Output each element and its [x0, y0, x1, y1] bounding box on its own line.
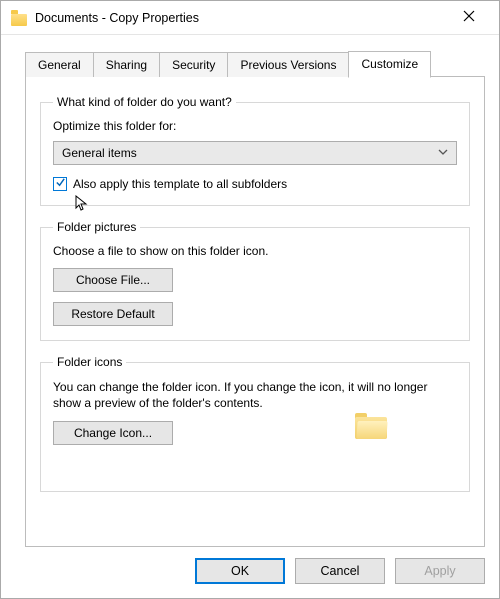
group-folder-kind-legend: What kind of folder do you want?	[53, 95, 236, 109]
tab-page-customize: What kind of folder do you want? Optimiz…	[25, 77, 485, 547]
check-icon	[55, 177, 66, 191]
dialog-buttons: OK Cancel Apply	[195, 558, 485, 584]
group-folder-icons-legend: Folder icons	[53, 355, 126, 369]
tabstrip: General Sharing Security Previous Versio…	[1, 35, 499, 77]
group-folder-kind: What kind of folder do you want? Optimiz…	[40, 95, 470, 206]
apply-button[interactable]: Apply	[395, 558, 485, 584]
cursor-icon	[75, 195, 89, 216]
choose-file-button[interactable]: Choose File...	[53, 268, 173, 292]
folder-icons-instruction: You can change the folder icon. If you c…	[53, 379, 457, 411]
apply-subfolders-label: Also apply this template to all subfolde…	[73, 177, 287, 191]
group-folder-icons: Folder icons You can change the folder i…	[40, 355, 470, 492]
titlebar: Documents - Copy Properties	[1, 1, 499, 35]
ok-button[interactable]: OK	[195, 558, 285, 584]
folder-pictures-instruction: Choose a file to show on this folder ico…	[53, 244, 457, 258]
tab-customize[interactable]: Customize	[348, 51, 431, 78]
tab-security[interactable]: Security	[159, 52, 228, 77]
restore-default-button[interactable]: Restore Default	[53, 302, 173, 326]
optimize-select[interactable]: General items	[53, 141, 457, 165]
apply-subfolders-checkbox[interactable]	[53, 177, 67, 191]
window-title: Documents - Copy Properties	[35, 11, 447, 25]
tab-previous-versions[interactable]: Previous Versions	[227, 52, 349, 77]
group-folder-pictures: Folder pictures Choose a file to show on…	[40, 220, 470, 341]
group-folder-pictures-legend: Folder pictures	[53, 220, 140, 234]
close-icon	[463, 10, 475, 25]
optimize-label: Optimize this folder for:	[53, 119, 457, 133]
change-icon-button[interactable]: Change Icon...	[53, 421, 173, 445]
optimize-select-value: General items	[62, 146, 137, 160]
properties-window: Documents - Copy Properties General Shar…	[0, 0, 500, 599]
folder-icon-preview	[355, 413, 389, 441]
close-button[interactable]	[447, 3, 491, 33]
cancel-button[interactable]: Cancel	[295, 558, 385, 584]
tab-general[interactable]: General	[25, 52, 94, 77]
tab-sharing[interactable]: Sharing	[93, 52, 160, 77]
chevron-down-icon	[438, 146, 448, 160]
folder-icon	[11, 10, 27, 26]
apply-subfolders-row: Also apply this template to all subfolde…	[53, 177, 457, 191]
